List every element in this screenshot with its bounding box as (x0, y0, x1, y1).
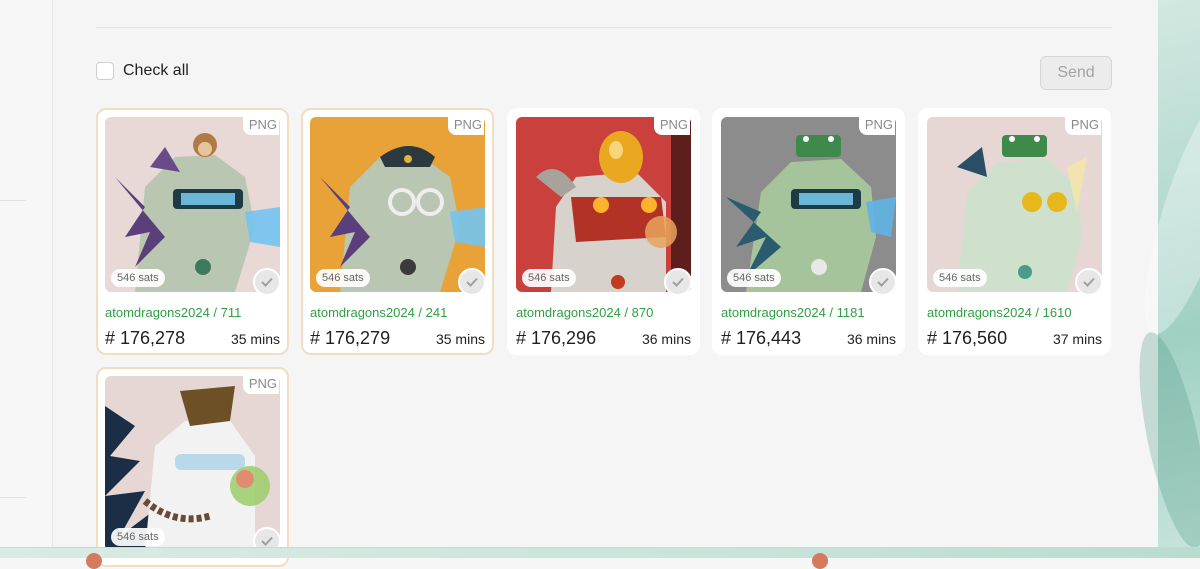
send-button[interactable]: Send (1040, 56, 1112, 90)
age-label: 37 mins (1052, 331, 1102, 347)
nft-thumbnail (927, 117, 1102, 292)
format-badge: PNG (1064, 117, 1101, 135)
nft-card[interactable]: PNG 546 sats atomdragons2024 / 1181 # 17… (712, 108, 905, 355)
price-badge: 546 sats (111, 528, 165, 546)
format-badge: PNG (447, 117, 484, 135)
collection-item-name[interactable]: atomdragons2024 / 711 (105, 305, 241, 320)
nft-thumbnail (105, 117, 280, 292)
nft-card[interactable]: PNG 546 sats atomdragons2024 / 870 # 176… (507, 108, 700, 355)
section-divider (96, 27, 1112, 28)
sidebar-divider (0, 200, 26, 201)
inscription-number: # 176,560 (927, 328, 1008, 348)
price-badge: 546 sats (727, 269, 781, 287)
select-check-icon[interactable] (664, 268, 692, 296)
collection-item-name[interactable]: atomdragons2024 / 1610 (927, 305, 1072, 320)
check-all-checkbox[interactable] (96, 62, 114, 80)
nft-thumbnail (310, 117, 485, 292)
nft-thumbnail (105, 376, 280, 551)
dock-edge (0, 547, 1200, 569)
format-badge: PNG (242, 376, 279, 394)
format-badge: PNG (653, 117, 690, 135)
format-badge: PNG (858, 117, 895, 135)
age-label: 36 mins (846, 331, 896, 347)
collection-item-name[interactable]: atomdragons2024 / 870 (516, 305, 653, 320)
nft-thumbnail (516, 117, 691, 292)
collection-item-name[interactable]: atomdragons2024 / 241 (310, 305, 447, 320)
age-label: 35 mins (230, 331, 280, 347)
age-label: 36 mins (641, 331, 691, 347)
select-check-icon[interactable] (253, 268, 281, 296)
price-badge: 546 sats (933, 269, 987, 287)
check-all-control[interactable]: Check all (96, 62, 189, 80)
inscription-number: # 176,296 (516, 328, 597, 348)
collection-item-name[interactable]: atomdragons2024 / 1181 (721, 305, 865, 320)
select-check-icon[interactable] (458, 268, 486, 296)
select-check-icon[interactable] (869, 268, 897, 296)
nft-card[interactable]: PNG 546 sats atomdragons2024 / 1610 # 17… (918, 108, 1111, 355)
dock-app-icon[interactable] (86, 553, 102, 569)
age-label: 35 mins (435, 331, 485, 347)
left-sidebar (0, 0, 53, 557)
select-check-icon[interactable] (1075, 268, 1103, 296)
sidebar-divider (0, 497, 26, 498)
nft-card[interactable]: PNG 546 sats atomdragons2024 / 241 # 176… (301, 108, 494, 355)
price-badge: 546 sats (316, 269, 370, 287)
inscription-number: # 176,443 (721, 328, 802, 348)
inscription-number: # 176,279 (310, 328, 391, 348)
dock-app-icon[interactable] (812, 553, 828, 569)
price-badge: 546 sats (522, 269, 576, 287)
nft-card[interactable]: PNG 546 sats atomdragons2024 / 711 # 176… (96, 108, 289, 355)
format-badge: PNG (242, 117, 279, 135)
nft-card[interactable]: PNG 546 sats (96, 367, 289, 567)
nft-thumbnail (721, 117, 896, 292)
inscription-number: # 176,278 (105, 328, 186, 348)
desktop-wallpaper (1125, 0, 1200, 557)
price-badge: 546 sats (111, 269, 165, 287)
check-all-label: Check all (123, 62, 189, 79)
